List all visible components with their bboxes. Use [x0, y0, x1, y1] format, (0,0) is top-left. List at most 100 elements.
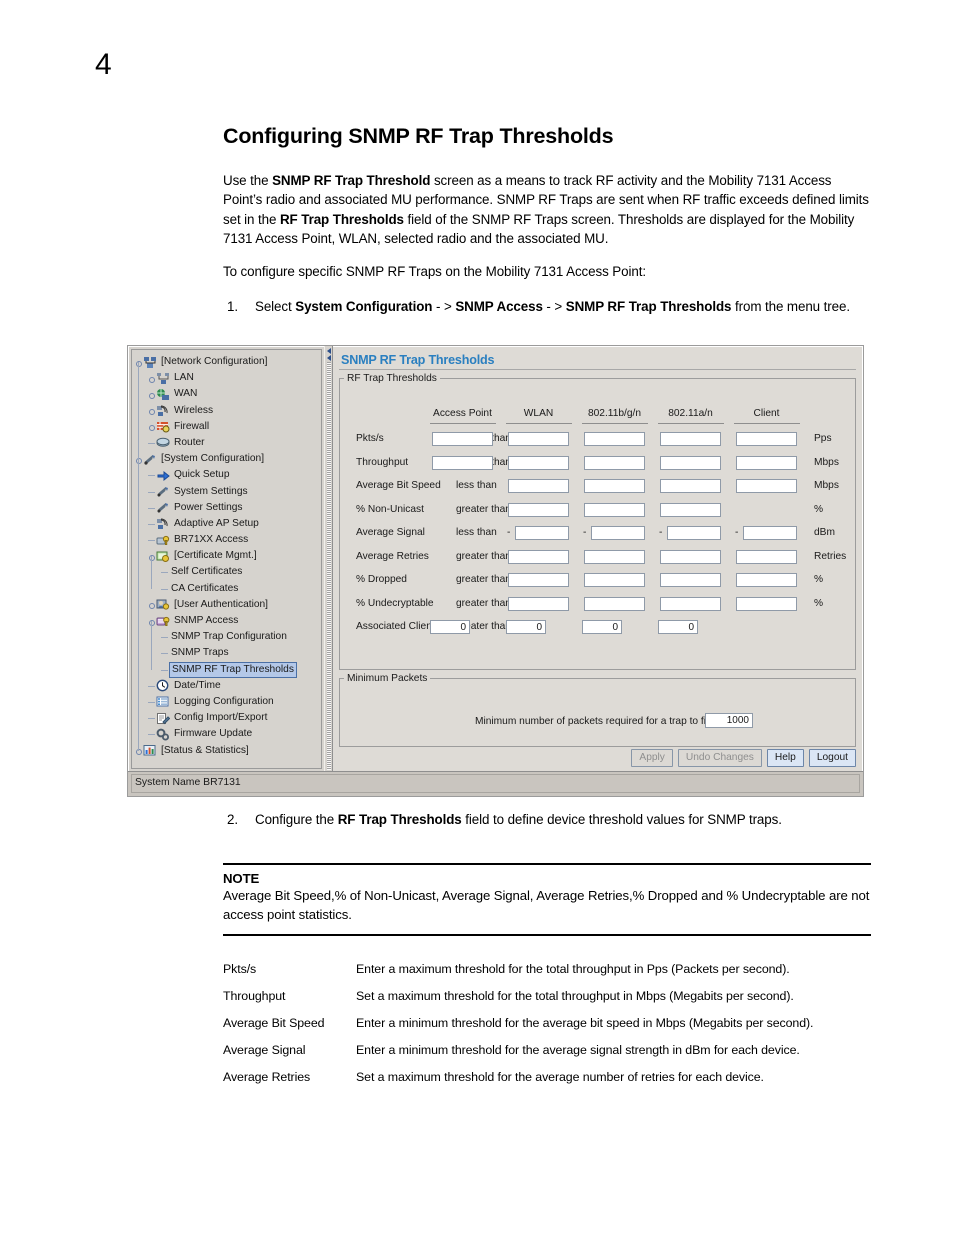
input-dropped-client[interactable] [736, 573, 797, 587]
input-average-bit-speed-wlan[interactable] [508, 479, 569, 493]
tree-item-label: SNMP RF Trap Thresholds [169, 661, 297, 678]
navigation-tree-scroll[interactable]: [Network Configuration] LAN WAN Wireless Fir… [131, 349, 322, 769]
tree-item-certificate-mgmt[interactable]: [Certificate Mgmt.] [132, 548, 321, 564]
input-pkts-s-wlan[interactable] [508, 432, 569, 446]
tree-item-config-import-export[interactable]: Config Import/Export [132, 710, 321, 726]
intro-bold-1: SNMP RF Trap Threshold [272, 172, 431, 188]
input-average-bit-speed-client[interactable] [736, 479, 797, 493]
tree-expander-icon[interactable] [147, 386, 156, 402]
input-average-bit-speed-802-11b-g-n[interactable] [584, 479, 645, 493]
input-throughput-wlan[interactable] [508, 455, 569, 470]
tree-item-system-configuration[interactable]: [System Configuration] [132, 451, 321, 467]
step-1-part-4: from the menu tree. [731, 298, 850, 314]
column-header-client: Client [731, 408, 803, 424]
system-configuration-icon [143, 451, 158, 467]
tree-item-logging-configuration[interactable]: Logging Configuration [132, 694, 321, 710]
input-throughput-client[interactable] [736, 455, 797, 470]
tree-item-user-authentication[interactable]: [User Authentication] [132, 597, 321, 613]
tree-item-label: Adaptive AP Setup [174, 517, 259, 529]
input-associated-clients-wlan[interactable] [506, 620, 546, 634]
input-associated-clients-802-11b-g-n[interactable] [582, 620, 622, 634]
tree-item-date-time[interactable]: Date/Time [132, 678, 321, 694]
tree-item-self-certificates[interactable]: Self Certificates [132, 564, 321, 580]
input-undecryptable-wlan[interactable] [508, 596, 569, 611]
input-average-signal-802-11b-g-n[interactable] [591, 526, 645, 540]
tree-item-wireless[interactable]: Wireless [132, 403, 321, 419]
tree-expander-icon[interactable] [147, 419, 156, 435]
tree-connector-icon [147, 710, 156, 726]
tree-item-ca-certificates[interactable]: CA Certificates [132, 581, 321, 597]
input-average-retries-802-11a-n[interactable] [660, 549, 721, 564]
input-average-retries-wlan[interactable] [508, 549, 569, 564]
tree-item-label: Power Settings [174, 501, 243, 513]
panel-splitter[interactable] [324, 346, 333, 772]
input-average-signal-client[interactable] [743, 526, 797, 540]
input-throughput-802-11b-g-n[interactable] [584, 455, 645, 470]
input-pkts-s-802-11a-n[interactable] [660, 432, 721, 446]
logout-button[interactable]: Logout [808, 749, 856, 767]
row-label-average-signal: Average Signal [356, 527, 425, 538]
input-throughput-802-11a-n[interactable] [660, 455, 721, 470]
input-dropped-802-11b-g-n[interactable] [584, 573, 645, 587]
input-non-unicast-wlan[interactable] [508, 502, 569, 517]
input-pkts-s-access-point[interactable] [432, 432, 493, 446]
input-undecryptable-802-11b-g-n[interactable] [584, 596, 645, 611]
row-label-non-unicast: % Non-Unicast [356, 503, 424, 515]
row-unit-average-bit-speed: Mbps [814, 480, 839, 491]
input-average-bit-speed-802-11a-n[interactable] [660, 479, 721, 493]
intro-bold-2: RF Trap Thresholds [279, 211, 404, 227]
input-pkts-s-client[interactable] [736, 432, 797, 446]
input-dropped-802-11a-n[interactable] [660, 573, 721, 587]
tree-item-wan[interactable]: WAN [132, 386, 321, 402]
step-1-part-3: - > [542, 298, 566, 314]
input-average-signal-802-11a-n[interactable] [667, 526, 721, 540]
tree-item-system-settings[interactable]: System Settings [132, 484, 321, 500]
input-dropped-wlan[interactable] [508, 573, 569, 587]
input-associated-clients-802-11a-n[interactable] [658, 620, 698, 634]
tree-item-router[interactable]: Router [132, 435, 321, 451]
tree-item-power-settings[interactable]: Power Settings [132, 500, 321, 516]
tree-item-firewall[interactable]: Firewall [132, 419, 321, 435]
tree-item-snmp-traps[interactable]: SNMP Traps [132, 645, 321, 661]
app-body: [Network Configuration] LAN WAN Wireless Fir… [128, 346, 863, 772]
snmp-access-icon [156, 613, 171, 629]
tree-item-snmp-access[interactable]: SNMP Access [132, 613, 321, 629]
tree-item-snmp-trap-configuration[interactable]: SNMP Trap Configuration [132, 629, 321, 645]
tree-expander-icon[interactable] [147, 403, 156, 419]
input-associated-clients-access-point[interactable] [430, 620, 470, 634]
input-average-signal-wlan[interactable] [515, 526, 569, 540]
lan-icon [156, 370, 171, 386]
input-non-unicast-802-11a-n[interactable] [660, 502, 721, 517]
input-undecryptable-802-11a-n[interactable] [660, 596, 721, 611]
tree-connector-icon [160, 629, 169, 645]
tree-expander-icon[interactable] [147, 370, 156, 386]
navigation-tree[interactable]: [Network Configuration] LAN WAN Wireless Fir… [132, 350, 321, 759]
minimum-packets-input[interactable] [705, 713, 753, 728]
tree-expander-icon[interactable] [147, 597, 156, 613]
help-button[interactable]: Help [766, 749, 804, 767]
wireless-icon [156, 403, 171, 419]
input-undecryptable-client[interactable] [736, 596, 797, 611]
input-average-retries-client[interactable] [736, 549, 797, 564]
input-average-retries-802-11b-g-n[interactable] [584, 549, 645, 564]
certificate-mgmt-icon [156, 548, 171, 564]
navigation-tree-panel[interactable]: [Network Configuration] LAN WAN Wireless Fir… [128, 346, 324, 772]
input-non-unicast-802-11b-g-n[interactable] [584, 502, 645, 517]
tree-item-quick-setup[interactable]: Quick Setup [132, 467, 321, 483]
input-throughput-access-point[interactable] [432, 455, 493, 470]
tree-item-lan[interactable]: LAN [132, 370, 321, 386]
tree-item-firmware-update[interactable]: Firmware Update [132, 726, 321, 742]
tree-item-network-configuration[interactable]: [Network Configuration] [132, 354, 321, 370]
tree-item-br71xx-access[interactable]: BR71XX Access [132, 532, 321, 548]
tree-item-snmp-rf-trap-thresholds[interactable]: SNMP RF Trap Thresholds [132, 661, 321, 678]
column-header-access-point: Access Point [427, 408, 499, 424]
tree-item-adaptive-ap-setup[interactable]: Adaptive AP Setup [132, 516, 321, 532]
definition-description: Set a maximum threshold for the average … [356, 1069, 764, 1084]
apply-button: Apply [631, 749, 673, 767]
input-pkts-s-802-11b-g-n[interactable] [584, 432, 645, 446]
splitter-collapse-arrows-icon[interactable] [326, 348, 332, 361]
tree-item-status-statistics[interactable]: [Status & Statistics] [132, 743, 321, 759]
